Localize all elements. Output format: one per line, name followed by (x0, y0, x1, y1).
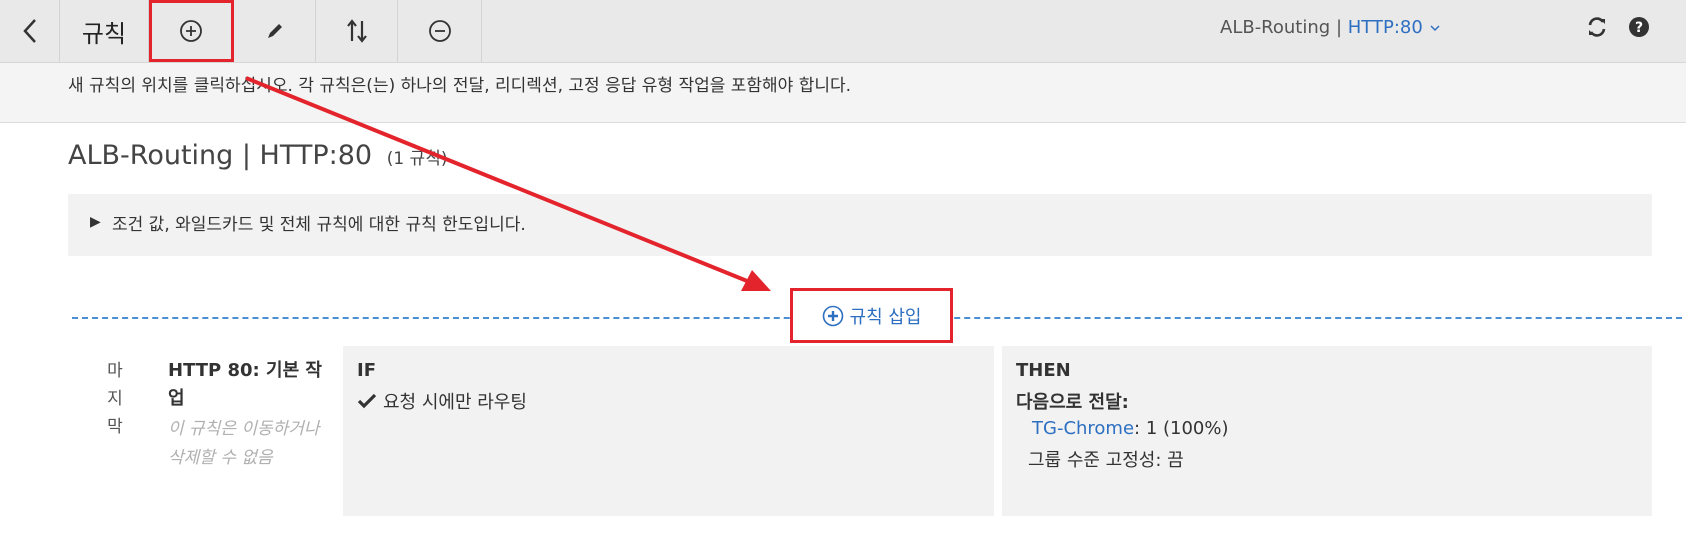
caret-right-icon: ▶ (90, 214, 101, 230)
delete-rule-button[interactable] (398, 0, 482, 62)
rule-position: 마 지 막 (100, 357, 130, 441)
listener-heading: ALB-Routing | HTTP:80 (1 규칙) (68, 140, 447, 171)
separator: | (1335, 17, 1343, 38)
reorder-rules-button[interactable] (316, 0, 398, 62)
load-balancer-name: ALB-Routing (1220, 17, 1331, 38)
refresh-icon (1588, 17, 1606, 37)
back-button[interactable] (0, 0, 60, 62)
rule-limits-text: 조건 값, 와일드카드 및 전체 규칙에 대한 규칙 한도입니다. (112, 215, 526, 235)
target-group-detail: : 1 (100%) (1134, 418, 1229, 439)
add-rule-button[interactable] (149, 0, 234, 62)
target-group-link[interactable]: TG-Chrome (1032, 418, 1134, 439)
hint-bar: 새 규칙의 위치를 클릭하십시오. 각 규칙은(는) 하나의 전달, 리디렉션,… (0, 63, 1686, 123)
then-panel: THEN 다음으로 전달: TG-Chrome: 1 (100%) 그룹 수준 … (1002, 346, 1652, 516)
rule-note: 이 규칙은 이동하거나 삭제할 수 없음 (168, 419, 320, 468)
rule-position-char: 지 (107, 389, 123, 409)
insert-rule-button[interactable]: 규칙 삽입 (790, 288, 953, 343)
rule-name-block: HTTP 80: 기본 작업 이 규칙은 이동하거나 삭제할 수 없음 (168, 357, 328, 473)
then-action: 다음으로 전달: (1016, 392, 1129, 413)
rule-position-char: 마 (107, 361, 123, 381)
rule-position-char: 막 (107, 417, 123, 437)
minus-circle-icon (428, 20, 451, 42)
edit-rule-button[interactable] (234, 0, 316, 62)
plus-circle-icon (822, 305, 843, 326)
insert-rule-label: 규칙 삽입 (849, 306, 922, 328)
rule-name: HTTP 80: 기본 작업 (168, 360, 322, 409)
pencil-icon (267, 24, 282, 38)
then-header: THEN (1016, 360, 1071, 381)
target-group-row: TG-Chrome: 1 (100%) (1032, 418, 1229, 439)
help-button[interactable]: ? (1628, 16, 1650, 43)
reorder-arrows-icon (346, 19, 367, 43)
if-condition: 요청 시에만 라우팅 (357, 388, 527, 414)
if-condition-text: 요청 시에만 라우팅 (383, 392, 527, 413)
plus-circle-icon (180, 20, 202, 42)
listener-name: HTTP:80 (1347, 17, 1423, 38)
refresh-button[interactable] (1586, 16, 1608, 43)
hint-text: 새 규칙의 위치를 클릭하십시오. 각 규칙은(는) 하나의 전달, 리디렉션,… (68, 76, 852, 96)
listener-selector[interactable]: ALB-Routing | HTTP:80 (1220, 17, 1441, 38)
help-icon: ? (1629, 17, 1649, 37)
checkmark-icon (357, 393, 377, 409)
page-title: 규칙 (60, 0, 149, 62)
stickiness-text: 그룹 수준 고정성: 끔 (1028, 450, 1184, 471)
toolbar: 규칙 ALB-Routing | HTTP:80 ? (0, 0, 1686, 63)
rule-limits-expander[interactable]: ▶ 조건 값, 와일드카드 및 전체 규칙에 대한 규칙 한도입니다. (68, 194, 1652, 256)
chevron-left-icon (22, 19, 36, 43)
chevron-down-icon (1430, 25, 1440, 32)
if-panel: IF 요청 시에만 라우팅 (343, 346, 994, 516)
svg-text:?: ? (1635, 20, 1643, 36)
rule-count: (1 규칙) (386, 149, 448, 169)
if-header: IF (357, 360, 376, 381)
listener-title: ALB-Routing | HTTP:80 (68, 140, 373, 171)
